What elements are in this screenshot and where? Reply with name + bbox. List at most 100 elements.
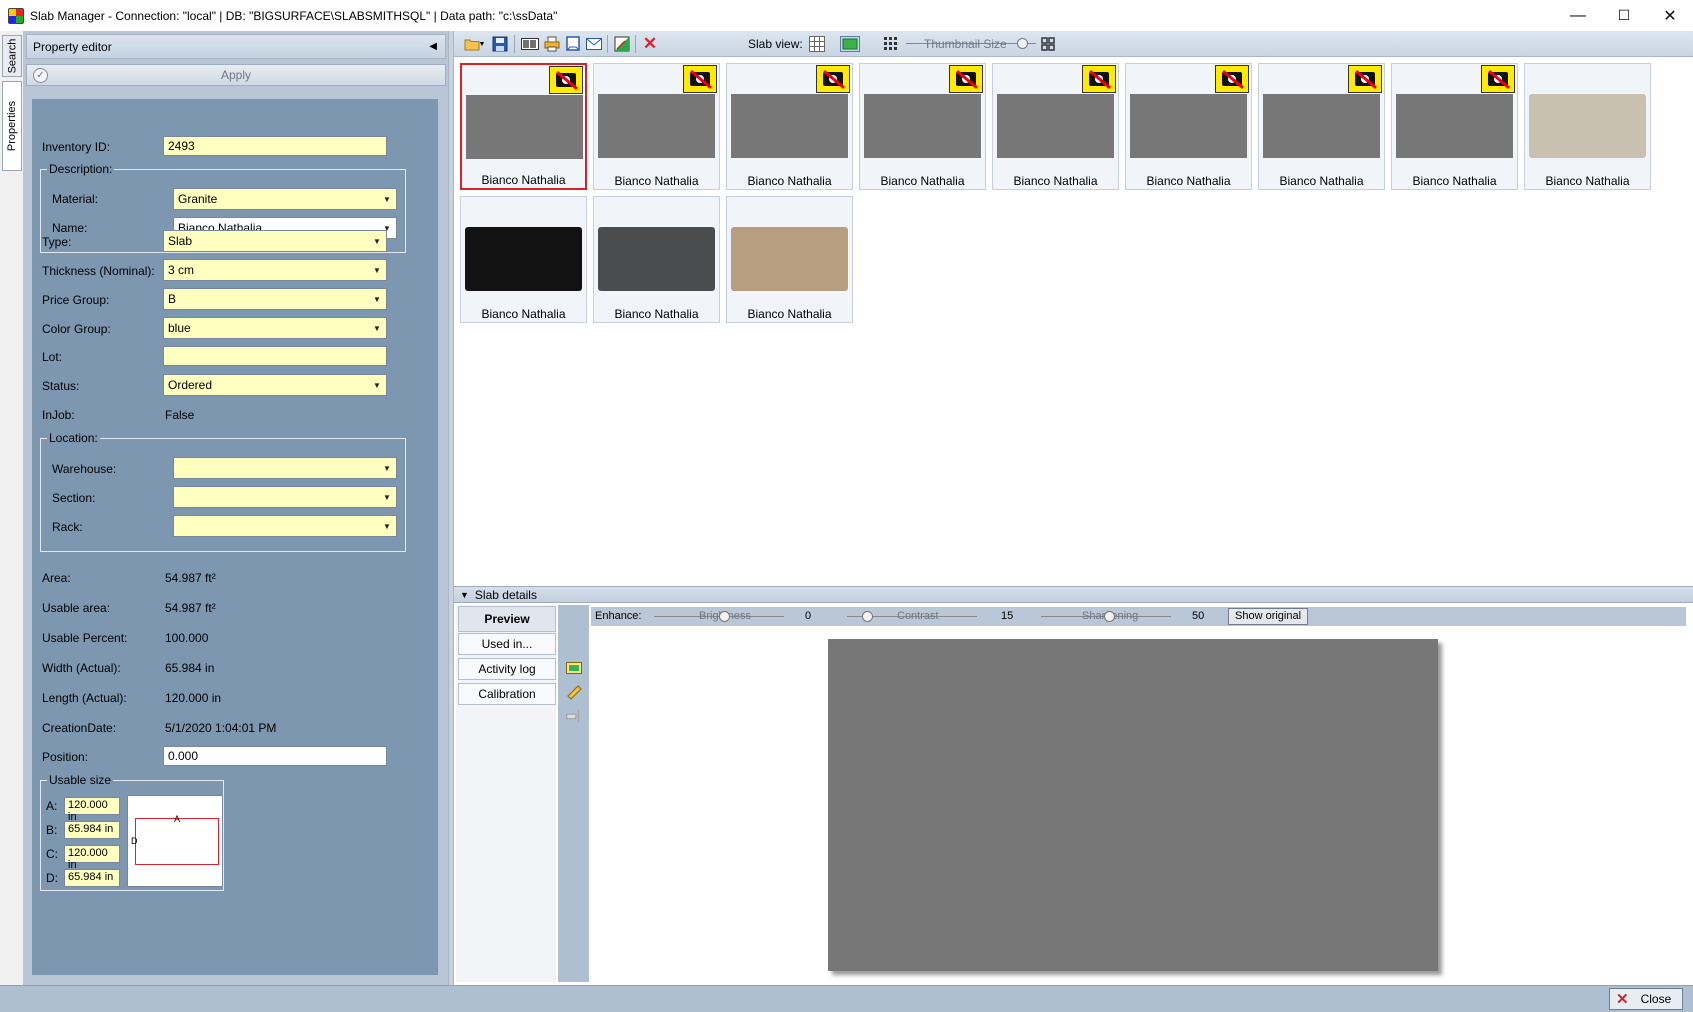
tab-properties-label: Properties — [6, 100, 19, 152]
usable-a-label: A: — [46, 799, 58, 813]
delete-icon[interactable]: ✕ — [641, 34, 659, 53]
tab-preview[interactable]: Preview — [458, 606, 556, 632]
usable-d-label: D: — [46, 871, 58, 885]
location-group: Location: Warehouse: ▼ Section: ▼ Rack: … — [40, 431, 406, 552]
price-group-select[interactable]: B ▼ — [163, 288, 387, 310]
slab-thumbnail-image — [598, 94, 715, 158]
rack-select[interactable]: ▼ — [173, 515, 397, 537]
open-dropdown-icon[interactable]: ▼ — [477, 35, 487, 53]
chevron-down-icon[interactable]: ▼ — [370, 291, 384, 307]
collapse-panel-icon[interactable]: ◀ — [429, 41, 437, 52]
check-circle-icon: ✓ — [33, 68, 48, 83]
grid-view-icon[interactable] — [808, 35, 826, 53]
slab-thumbnail[interactable]: Bianco Nathalia — [593, 196, 720, 323]
large-thumbnails-icon[interactable] — [1039, 35, 1057, 53]
injob-label: InJob: — [42, 408, 75, 422]
slab-thumbnail[interactable]: Bianco Nathalia — [726, 196, 853, 323]
usable-c-field[interactable]: 120.000 in — [64, 845, 120, 871]
chevron-down-icon[interactable]: ▼ — [370, 262, 384, 278]
thumbnail-slider-knob[interactable] — [1017, 38, 1028, 49]
status-select[interactable]: Ordered ▼ — [163, 374, 387, 396]
apply-button[interactable]: ✓ Apply — [26, 64, 446, 86]
slab-thumbnail-image — [465, 227, 582, 291]
tab-used-in[interactable]: Used in... — [458, 633, 556, 655]
section-select[interactable]: ▼ — [173, 486, 397, 508]
close-window-button[interactable]: ✕ — [1647, 0, 1693, 31]
window-title: Slab Manager - Connection: "local" | DB:… — [30, 8, 558, 23]
chevron-down-icon[interactable]: ▼ — [370, 320, 384, 336]
toolbar-separator — [607, 35, 608, 53]
small-thumbnails-icon[interactable] — [882, 35, 900, 53]
barcode-icon[interactable] — [520, 35, 540, 53]
color-group-select[interactable]: blue ▼ — [163, 317, 387, 339]
usable-d-field[interactable]: 65.984 in — [64, 869, 120, 887]
brightness-value: 0 — [805, 610, 812, 622]
no-photo-icon — [1481, 65, 1515, 93]
usable-a-field[interactable]: 120.000 in — [64, 797, 120, 823]
slab-details-header[interactable]: ▼ Slab details — [454, 586, 1693, 603]
tab-properties[interactable]: Properties — [2, 81, 22, 171]
slab-thumbnail[interactable]: Bianco Nathalia — [726, 63, 853, 190]
collapse-details-icon[interactable]: ▼ — [460, 590, 469, 600]
slab-thumbnail[interactable]: Bianco Nathalia — [593, 63, 720, 190]
chevron-down-icon[interactable]: ▼ — [380, 460, 394, 476]
material-select[interactable]: Granite ▼ — [173, 188, 397, 210]
slab-thumbnail[interactable]: Bianco Nathalia — [1391, 63, 1518, 190]
color-group-value: blue — [168, 321, 191, 335]
chevron-down-icon[interactable]: ▼ — [370, 377, 384, 393]
slab-thumbnail-image — [864, 94, 981, 158]
price-group-value: B — [168, 292, 177, 306]
chevron-down-icon[interactable]: ▼ — [380, 518, 394, 534]
slab-thumbnail[interactable]: Bianco Nathalia — [460, 196, 587, 323]
thickness-select[interactable]: 3 cm ▼ — [163, 259, 387, 281]
close-button[interactable]: ✕ Close — [1609, 988, 1683, 1010]
type-select[interactable]: Slab ▼ — [163, 230, 387, 252]
usable-b-field[interactable]: 65.984 in — [64, 821, 120, 839]
slab-thumbnail-image — [731, 227, 848, 291]
tab-search[interactable]: Search — [2, 35, 22, 77]
lot-field[interactable] — [163, 346, 387, 366]
lot-label: Lot: — [42, 350, 63, 364]
save-icon[interactable] — [491, 35, 509, 53]
slab-thumbnail[interactable]: Bianco Nathalia — [992, 63, 1119, 190]
minimize-button[interactable]: — — [1555, 0, 1601, 31]
calibrate-tool-icon[interactable] — [566, 709, 582, 723]
chevron-down-icon[interactable]: ▼ — [370, 233, 384, 249]
show-original-button[interactable]: Show original — [1228, 608, 1309, 625]
slab-thumbnail[interactable]: Bianco Nathalia — [1524, 63, 1651, 190]
contrast-slider-knob[interactable] — [862, 611, 873, 622]
toolbar-separator — [635, 35, 636, 53]
chevron-down-icon[interactable]: ▼ — [380, 489, 394, 505]
slab-thumbnail[interactable]: Bianco Nathalia — [1125, 63, 1252, 190]
inventory-id-field[interactable]: 2493 — [163, 136, 387, 156]
email-icon[interactable] — [585, 35, 603, 53]
property-editor-header: Property editor ◀ — [26, 34, 446, 59]
measure-ruler-icon[interactable] — [566, 685, 582, 700]
slab-thumbnail[interactable]: Bianco Nathalia — [1258, 63, 1385, 190]
tab-calibration[interactable]: Calibration — [458, 683, 556, 705]
area-value: 54.987 ft² — [165, 571, 216, 585]
maximize-button[interactable]: ☐ — [1601, 0, 1647, 31]
contrast-value: 15 — [1001, 610, 1014, 622]
image-view-icon[interactable] — [840, 35, 860, 53]
print-preview-icon[interactable] — [564, 35, 582, 53]
slab-thumbnail-image — [1130, 94, 1247, 158]
edit-image-icon[interactable] — [613, 35, 631, 53]
description-group-title: Description: — [47, 162, 115, 176]
slab-image-icon[interactable] — [566, 661, 582, 675]
usable-size-preview: A D — [127, 795, 223, 887]
sharpening-slider-knob[interactable] — [1104, 611, 1115, 622]
brightness-slider-knob[interactable] — [719, 611, 730, 622]
preview-tool-strip — [558, 605, 589, 982]
slab-thumbnail-image — [598, 227, 715, 291]
color-group-label: Color Group: — [42, 322, 111, 336]
thickness-value: 3 cm — [168, 263, 195, 277]
warehouse-select[interactable]: ▼ — [173, 457, 397, 479]
tab-activity-log[interactable]: Activity log — [458, 658, 556, 680]
slab-thumbnail[interactable]: Bianco Nathalia — [460, 63, 587, 190]
chevron-down-icon[interactable]: ▼ — [380, 191, 394, 207]
slab-thumbnail[interactable]: Bianco Nathalia — [859, 63, 986, 190]
position-field[interactable]: 0.000 — [163, 746, 387, 766]
thumbnail-size-slider[interactable]: Thumbnail Size — [906, 35, 1036, 53]
print-icon[interactable] — [543, 35, 561, 53]
